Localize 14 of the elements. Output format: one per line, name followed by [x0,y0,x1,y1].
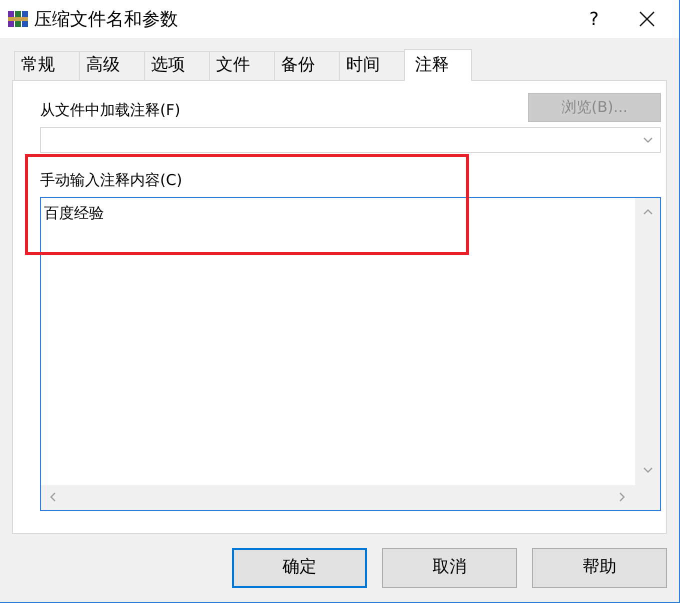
tab[interactable]: 注释 [404,49,472,81]
vertical-scrollbar[interactable] [635,198,660,484]
comment-field[interactable]: 百度经验 [40,196,661,510]
window-title: 压缩文件名和参数 [34,8,178,32]
archive-books-icon [7,9,29,29]
load-comment-label: 从文件中加载注释(F) [40,100,180,122]
close-icon [639,11,655,27]
tab[interactable]: 常规 [14,51,80,80]
comment-text: 百度经验 [44,204,104,222]
help-button[interactable]: ? [571,0,617,38]
dialog-button[interactable]: 帮助 [532,548,667,588]
dialog-button[interactable]: 确定 [232,548,367,588]
dialog-button[interactable]: 取消 [382,548,517,588]
manual-comment-label: 手动输入注释内容(C) [40,170,184,191]
